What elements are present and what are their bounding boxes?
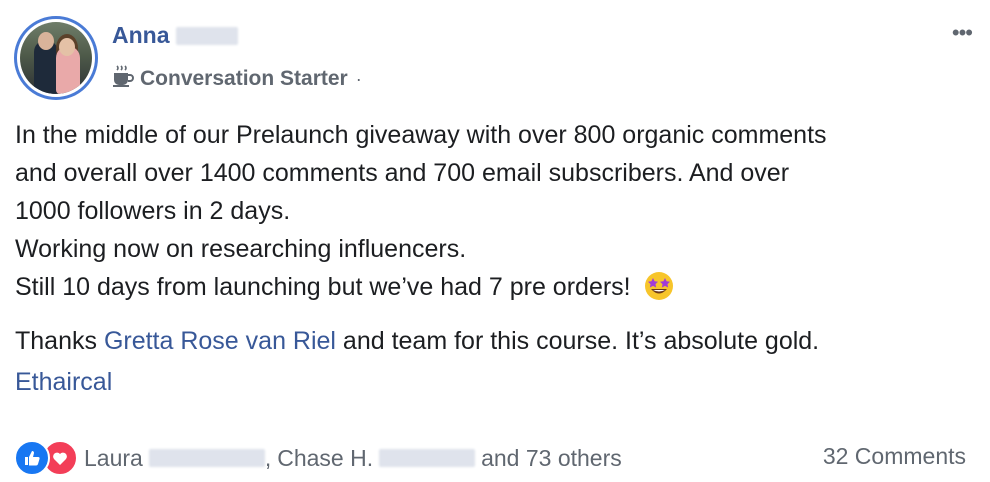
reaction-icons (14, 440, 78, 476)
thanks-line: Thanks Gretta Rose van Riel and team for… (15, 322, 975, 360)
reactor-others: and 73 others (481, 444, 622, 471)
redacted-surname (148, 449, 265, 467)
post-line: Still 10 days from launching but we’ve h… (15, 268, 975, 312)
avatar-photo (20, 22, 92, 94)
star-struck-emoji-icon (644, 271, 674, 312)
comments-count-link[interactable]: 32 Comments (823, 443, 966, 470)
separator-dot: · (355, 68, 362, 89)
member-badge: Conversation Starter · (112, 64, 362, 94)
author-avatar[interactable] (14, 16, 98, 100)
thanks-prefix: Thanks (15, 327, 104, 355)
thanks-suffix: and team for this course. It’s absolute … (335, 327, 820, 355)
reactor-names[interactable]: Laura , Chase H. and 73 others (84, 445, 622, 472)
reactor-second-name: Chase H. (277, 444, 374, 471)
post-line: 1000 followers in 2 days. (15, 197, 291, 225)
like-reaction-icon (14, 440, 50, 476)
mention-link[interactable]: Gretta Rose van Riel (104, 327, 336, 355)
post-line: Working now on researching influencers. (15, 235, 467, 263)
author-first-name[interactable]: Anna (112, 22, 170, 49)
post-text: In the middle of our Prelaunch giveaway … (15, 116, 975, 360)
author-name[interactable]: Anna (112, 22, 238, 49)
post-line: In the middle of our Prelaunch giveaway … (15, 121, 827, 149)
topic-tag-link[interactable]: Ethaircal (15, 368, 112, 397)
reactor-first-name: Laura (84, 444, 143, 471)
more-options-icon[interactable]: ••• (952, 20, 973, 46)
badge-label: Conversation Starter (140, 67, 348, 90)
post-line: and overall over 1400 comments and 700 e… (15, 159, 790, 187)
post-line-text: Still 10 days from launching but we’ve h… (15, 273, 631, 301)
reactor-comma: , (264, 444, 272, 471)
redacted-surname (175, 26, 238, 45)
reactions-summary[interactable]: Laura , Chase H. and 73 others (14, 440, 622, 476)
coffee-cup-icon (112, 64, 134, 94)
redacted-surname (379, 449, 476, 467)
